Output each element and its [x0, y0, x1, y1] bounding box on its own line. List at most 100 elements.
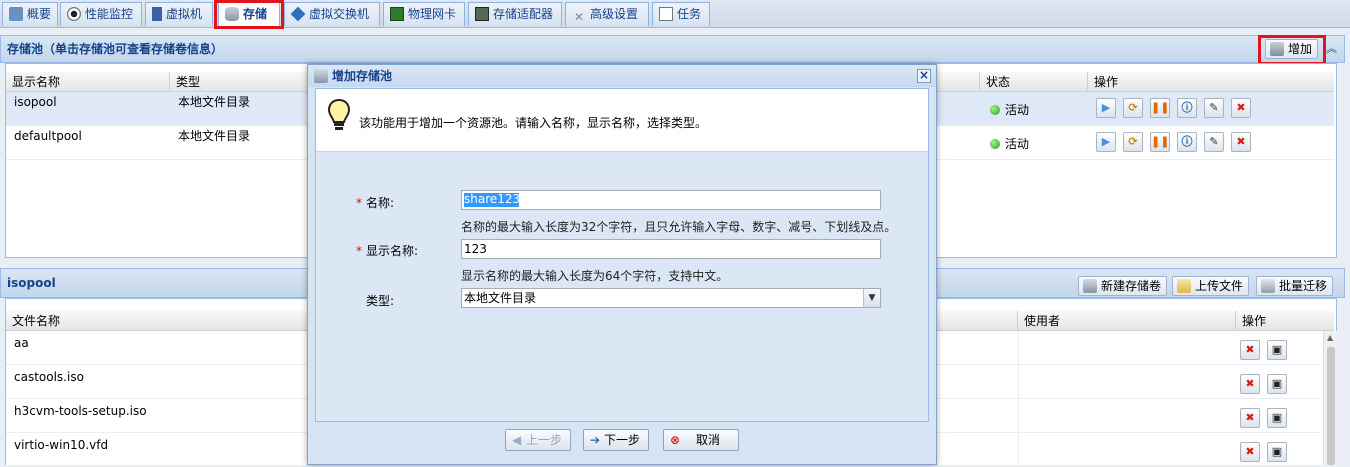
next-step-button[interactable]: ➔ 下一步	[583, 429, 650, 451]
pool-status: 活动	[982, 100, 1029, 120]
prev-step-button[interactable]: ◀ 上一步	[505, 429, 572, 451]
delete-icon: ✖	[1236, 135, 1246, 148]
tab-vm[interactable]: 虚拟机	[145, 2, 213, 26]
volume-name: castools.iso	[14, 370, 84, 384]
name-hint: 名称的最大输入长度为32个字符，且只允许输入字母、数字、减号、下划线及点。	[461, 220, 897, 234]
info-button[interactable]: ⓘ	[1177, 98, 1197, 118]
status-active-icon	[990, 139, 1000, 149]
scrollbar-thumb[interactable]	[1327, 347, 1335, 465]
delete-volume-button[interactable]: ✖	[1240, 340, 1260, 360]
save-volume-button[interactable]: ▣	[1267, 340, 1287, 360]
start-button[interactable]: ▶	[1096, 98, 1116, 118]
start-button[interactable]: ▶	[1096, 132, 1116, 152]
delete-icon: ✖	[1245, 377, 1255, 390]
arrow-right-icon: ➔	[590, 433, 601, 447]
info-button[interactable]: ⓘ	[1177, 132, 1197, 152]
col-status[interactable]: 状态	[980, 72, 1088, 92]
pause-icon: ❚❚	[1151, 135, 1170, 148]
chevron-down-icon[interactable]: ▼	[863, 289, 880, 307]
tab-advanced[interactable]: ✕ 高级设置	[565, 2, 649, 26]
required-mark: *	[356, 244, 362, 258]
adapter-icon	[475, 7, 489, 21]
storage-tab-highlight	[214, 0, 284, 29]
upload-file-button[interactable]: 上传文件	[1172, 276, 1250, 296]
delete-button[interactable]: ✖	[1231, 132, 1251, 152]
required-mark: *	[356, 196, 362, 210]
status-active-icon	[990, 105, 1000, 115]
type-label: 类型:	[366, 294, 395, 308]
edit-icon: ✎	[1209, 135, 1219, 148]
delete-volume-button[interactable]: ✖	[1240, 374, 1260, 394]
edit-button[interactable]: ✎	[1204, 132, 1224, 152]
pool-type: 本地文件目录	[178, 129, 251, 143]
batch-migrate-button[interactable]: 批量迁移	[1256, 276, 1334, 296]
dialog-title-bar[interactable]: 增加存储池 ×	[308, 65, 936, 87]
pool-status: 活动	[982, 134, 1029, 154]
cancel-button[interactable]: ⊗ 取消	[663, 429, 739, 451]
volume-name: h3cvm-tools-setup.iso	[14, 404, 147, 418]
pause-icon: ❚❚	[1151, 101, 1170, 114]
save-volume-button[interactable]: ▣	[1267, 374, 1287, 394]
type-select[interactable]: 本地文件目录 ▼	[461, 288, 881, 308]
info-icon: ⓘ	[1181, 101, 1193, 114]
tab-overview[interactable]: 概要	[2, 2, 58, 26]
save-icon: ▣	[1271, 377, 1283, 390]
play-icon: ▶	[1101, 135, 1111, 148]
pause-button[interactable]: ❚❚	[1150, 98, 1170, 118]
volume-panel-title: isopool	[7, 276, 56, 290]
tip-text: 该功能用于增加一个资源池。请输入名称，显示名称，选择类型。	[359, 116, 708, 130]
delete-icon: ✖	[1245, 411, 1255, 424]
refresh-button[interactable]: ⟳	[1123, 98, 1143, 118]
new-volume-button[interactable]: 新建存储卷	[1078, 276, 1168, 296]
col-user[interactable]: 使用者	[1018, 311, 1236, 331]
overview-icon	[9, 7, 23, 21]
pool-name: defaultpool	[14, 129, 82, 143]
pool-panel-title: 存储池（单击存储池可查看存储卷信息）	[7, 42, 224, 56]
display-name-input[interactable]	[461, 239, 881, 259]
tab-vswitch[interactable]: 虚拟交换机	[284, 2, 380, 26]
col-display-name[interactable]: 显示名称	[6, 72, 170, 92]
refresh-button[interactable]: ⟳	[1123, 132, 1143, 152]
nic-icon	[390, 7, 404, 21]
volume-name: virtio-win10.vfd	[14, 438, 109, 452]
selected-name-text: share123	[464, 192, 521, 206]
save-volume-button[interactable]: ▣	[1267, 442, 1287, 462]
dialog-title: 增加存储池	[332, 69, 393, 83]
tab-adapter[interactable]: 存储适配器	[468, 2, 562, 26]
display-name-hint: 显示名称的最大输入长度为64个字符，支持中文。	[461, 269, 729, 283]
tab-performance[interactable]: 性能监控	[60, 2, 142, 26]
volume-scrollbar[interactable]: ▲	[1323, 331, 1337, 465]
save-volume-button[interactable]: ▣	[1267, 408, 1287, 428]
close-icon[interactable]: ×	[917, 69, 931, 83]
lightbulb-icon	[328, 99, 350, 130]
pause-button[interactable]: ❚❚	[1150, 132, 1170, 152]
play-icon: ▶	[1101, 101, 1111, 114]
delete-icon: ✖	[1245, 445, 1255, 458]
task-icon	[659, 7, 673, 21]
delete-volume-button[interactable]: ✖	[1240, 442, 1260, 462]
migrate-icon	[1261, 279, 1275, 293]
arrow-left-icon: ◀	[512, 433, 522, 447]
delete-button[interactable]: ✖	[1231, 98, 1251, 118]
name-input[interactable]	[461, 190, 881, 210]
name-label: * 名称:	[356, 196, 395, 210]
eye-icon	[67, 7, 81, 21]
scroll-up-icon[interactable]: ▲	[1327, 333, 1333, 342]
delete-icon: ✖	[1245, 343, 1255, 356]
add-button-highlight	[1258, 35, 1326, 65]
tools-icon: ✕	[573, 10, 585, 24]
edit-icon: ✎	[1209, 101, 1219, 114]
display-name-label: * 显示名称:	[356, 244, 419, 258]
switch-icon	[290, 6, 306, 22]
tab-nic[interactable]: 物理网卡	[383, 2, 465, 26]
save-icon: ▣	[1271, 411, 1283, 424]
cancel-icon: ⊗	[670, 433, 681, 447]
tab-bar: 概要 性能监控 虚拟机 存储 虚拟交换机 物理网卡 存储适配器 ✕ 高级设置 任务	[0, 0, 1350, 28]
tab-task[interactable]: 任务	[652, 2, 710, 26]
dialog-tip: 该功能用于增加一个资源池。请输入名称，显示名称，选择类型。	[316, 89, 928, 152]
refresh-icon: ⟳	[1128, 135, 1138, 148]
collapse-icon[interactable]: ︽	[1326, 40, 1337, 56]
refresh-icon: ⟳	[1128, 101, 1138, 114]
delete-volume-button[interactable]: ✖	[1240, 408, 1260, 428]
edit-button[interactable]: ✎	[1204, 98, 1224, 118]
